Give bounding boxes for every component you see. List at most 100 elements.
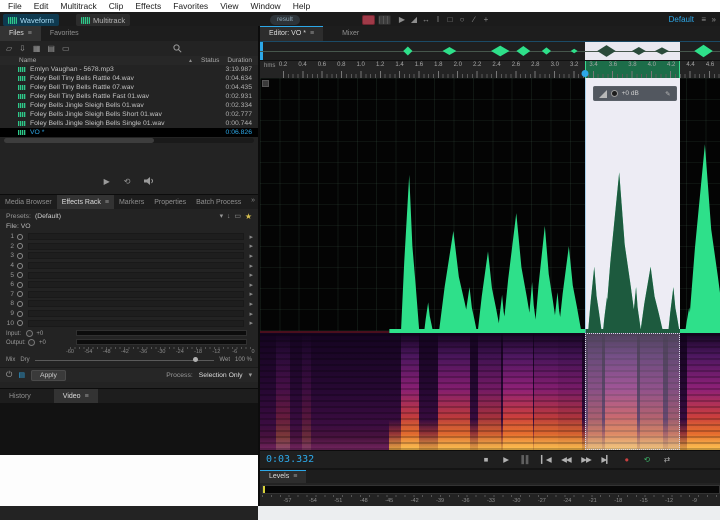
menu-item-window[interactable]: Window — [244, 0, 286, 12]
editor-panel-menu-icon[interactable]: ≡ — [310, 30, 314, 37]
open-file-icon[interactable]: ▱ — [6, 44, 12, 53]
mix-slider-thumb[interactable] — [193, 357, 198, 362]
file-row[interactable]: Foley Bell Tiny Bells Rattle Fast 01.wav… — [0, 92, 258, 101]
effect-slot-well[interactable] — [28, 233, 244, 240]
effect-slot-well[interactable] — [28, 300, 244, 307]
tab-markers[interactable]: Markers — [114, 195, 149, 209]
rack-list-icon[interactable]: ▤ — [18, 371, 25, 379]
effect-slot-arrow-icon[interactable]: ▸ — [249, 290, 253, 298]
slip-tool-icon[interactable]: ↔ — [422, 14, 430, 26]
effect-slot-arrow-icon[interactable]: ▸ — [249, 233, 253, 241]
menu-item-file[interactable]: File — [2, 0, 28, 12]
file-row[interactable]: Foley Bell Tiny Bells Rattle 04.wav0:04.… — [0, 74, 258, 83]
levels-panel-menu-icon[interactable]: ≡ — [293, 473, 297, 480]
input-knob[interactable] — [26, 330, 33, 337]
tab-video[interactable]: Video ≡ — [54, 389, 98, 403]
effect-slot-well[interactable] — [28, 272, 244, 279]
tab-files[interactable]: Files ≡ — [0, 26, 41, 41]
effect-slot-arrow-icon[interactable]: ▸ — [249, 271, 253, 279]
favorite-star-icon[interactable]: ★ — [245, 212, 252, 221]
move-tool-icon[interactable]: ▶ — [398, 14, 406, 26]
spectral-display-toggle-icon[interactable] — [378, 15, 391, 25]
file-row[interactable]: Foley Bells Jingle Sleigh Bells 01.wav0:… — [0, 101, 258, 110]
effect-power-icon[interactable] — [17, 320, 23, 326]
paintbrush-selection-tool-icon[interactable]: ∕ — [470, 14, 478, 26]
tab-favorites[interactable]: Favorites — [41, 26, 88, 41]
menu-item-view[interactable]: View — [214, 0, 244, 12]
effect-power-icon[interactable] — [17, 263, 23, 269]
new-file-icon[interactable]: ▦ — [33, 44, 41, 53]
effect-slot-well[interactable] — [28, 320, 244, 327]
tab-levels[interactable]: Levels ≡ — [260, 470, 306, 483]
file-row[interactable]: Foley Bells Jingle Sleigh Bells Short 01… — [0, 110, 258, 119]
effect-slot-arrow-icon[interactable]: ▸ — [249, 319, 253, 327]
rewind-button[interactable]: ◀◀ — [558, 451, 573, 469]
save-preset-icon[interactable]: ↓ — [227, 213, 230, 220]
time-selection-tool-icon[interactable]: I — [434, 14, 442, 26]
files-autoplay-speaker-icon[interactable] — [144, 177, 154, 185]
play-button[interactable]: ▶ — [498, 451, 513, 469]
effect-slot-well[interactable] — [28, 243, 244, 250]
workspace-selector[interactable]: Default — [669, 15, 694, 24]
workspace-menu-icon[interactable]: ≡ — [701, 15, 706, 24]
files-scrollbar[interactable] — [4, 138, 254, 143]
playhead-marker[interactable] — [581, 70, 588, 77]
import-file-icon[interactable]: ⇩ — [19, 44, 26, 53]
tab-mixer[interactable]: Mixer — [333, 26, 368, 41]
spectral-selection[interactable] — [585, 333, 680, 450]
zoom-navigator[interactable] — [260, 42, 720, 60]
file-row[interactable]: Foley Bells Jingle Sleigh Bells Single 0… — [0, 119, 258, 128]
timeline-ruler[interactable]: hms 0.20.40.60.81.01.21.41.61.82.02.22.4… — [260, 60, 720, 78]
effect-slot[interactable]: 10▸ — [0, 318, 258, 328]
effect-slot-arrow-icon[interactable]: ▸ — [249, 242, 253, 250]
files-play-icon[interactable]: ▶ — [104, 177, 110, 186]
record-button[interactable]: ● — [619, 451, 634, 469]
tab-batch-process[interactable]: Batch Process — [191, 195, 246, 209]
menu-item-effects[interactable]: Effects — [129, 0, 167, 12]
mix-slider[interactable] — [35, 360, 215, 361]
tab-history[interactable]: History — [0, 389, 40, 403]
hud-gain-knob[interactable] — [611, 90, 618, 97]
waveform-display[interactable]: +0 dB ✎ — [260, 78, 720, 333]
files-scrollbar-thumb[interactable] — [4, 138, 154, 143]
effect-power-icon[interactable] — [17, 282, 23, 288]
menu-item-help[interactable]: Help — [287, 0, 316, 12]
pause-button[interactable]: ▌▌ — [518, 451, 533, 469]
effect-slot[interactable]: 7▸ — [0, 290, 258, 300]
tab-effects-rack[interactable]: Effects Rack≡ — [57, 195, 114, 209]
tab-editor[interactable]: Editor: VO * ≡ — [260, 26, 323, 41]
effect-slot-well[interactable] — [28, 262, 244, 269]
loop-playback-button[interactable]: ⟲ — [639, 451, 654, 469]
volume-hud[interactable]: +0 dB ✎ — [593, 86, 677, 101]
menu-item-multitrack[interactable]: Multitrack — [54, 0, 102, 12]
rack-power-icon[interactable]: ⏻ — [6, 370, 12, 380]
stop-button[interactable]: ■ — [478, 451, 493, 469]
column-name[interactable]: Name — [0, 57, 36, 64]
effect-slot[interactable]: 6▸ — [0, 280, 258, 290]
effect-slot[interactable]: 9▸ — [0, 309, 258, 319]
effect-slot-arrow-icon[interactable]: ▸ — [249, 310, 253, 318]
file-row[interactable]: Emlyn Vaughan - 5678.mp33:19.987 — [0, 65, 258, 74]
effect-power-icon[interactable] — [17, 291, 23, 297]
skip-selection-button[interactable]: ⇄ — [659, 451, 674, 469]
skip-to-start-button[interactable]: ▎◀ — [538, 451, 553, 469]
menu-item-edit[interactable]: Edit — [28, 0, 55, 12]
tab-properties[interactable]: Properties — [149, 195, 191, 209]
column-status[interactable]: Status — [193, 57, 227, 64]
skip-to-end-button[interactable]: ▶▎ — [599, 451, 614, 469]
effect-slot-arrow-icon[interactable]: ▸ — [249, 300, 253, 308]
tab-media-browser[interactable]: Media Browser — [0, 195, 57, 209]
effect-power-icon[interactable] — [17, 301, 23, 307]
files-panel-menu-icon[interactable]: ≡ — [28, 30, 32, 37]
effect-slot-arrow-icon[interactable]: ▸ — [249, 252, 253, 260]
lasso-selection-tool-icon[interactable]: ○ — [458, 14, 466, 26]
search-input[interactable]: result — [270, 15, 300, 25]
column-duration[interactable]: Duration — [227, 57, 258, 64]
effect-slot[interactable]: 3▸ — [0, 251, 258, 261]
effect-slot[interactable]: 2▸ — [0, 242, 258, 252]
files-loop-icon[interactable]: ⟲ — [124, 177, 131, 186]
effect-slot[interactable]: 5▸ — [0, 270, 258, 280]
process-dropdown-icon[interactable]: ▾ — [249, 371, 252, 379]
effect-slot-well[interactable] — [28, 252, 244, 259]
apply-button[interactable]: Apply — [31, 370, 66, 381]
